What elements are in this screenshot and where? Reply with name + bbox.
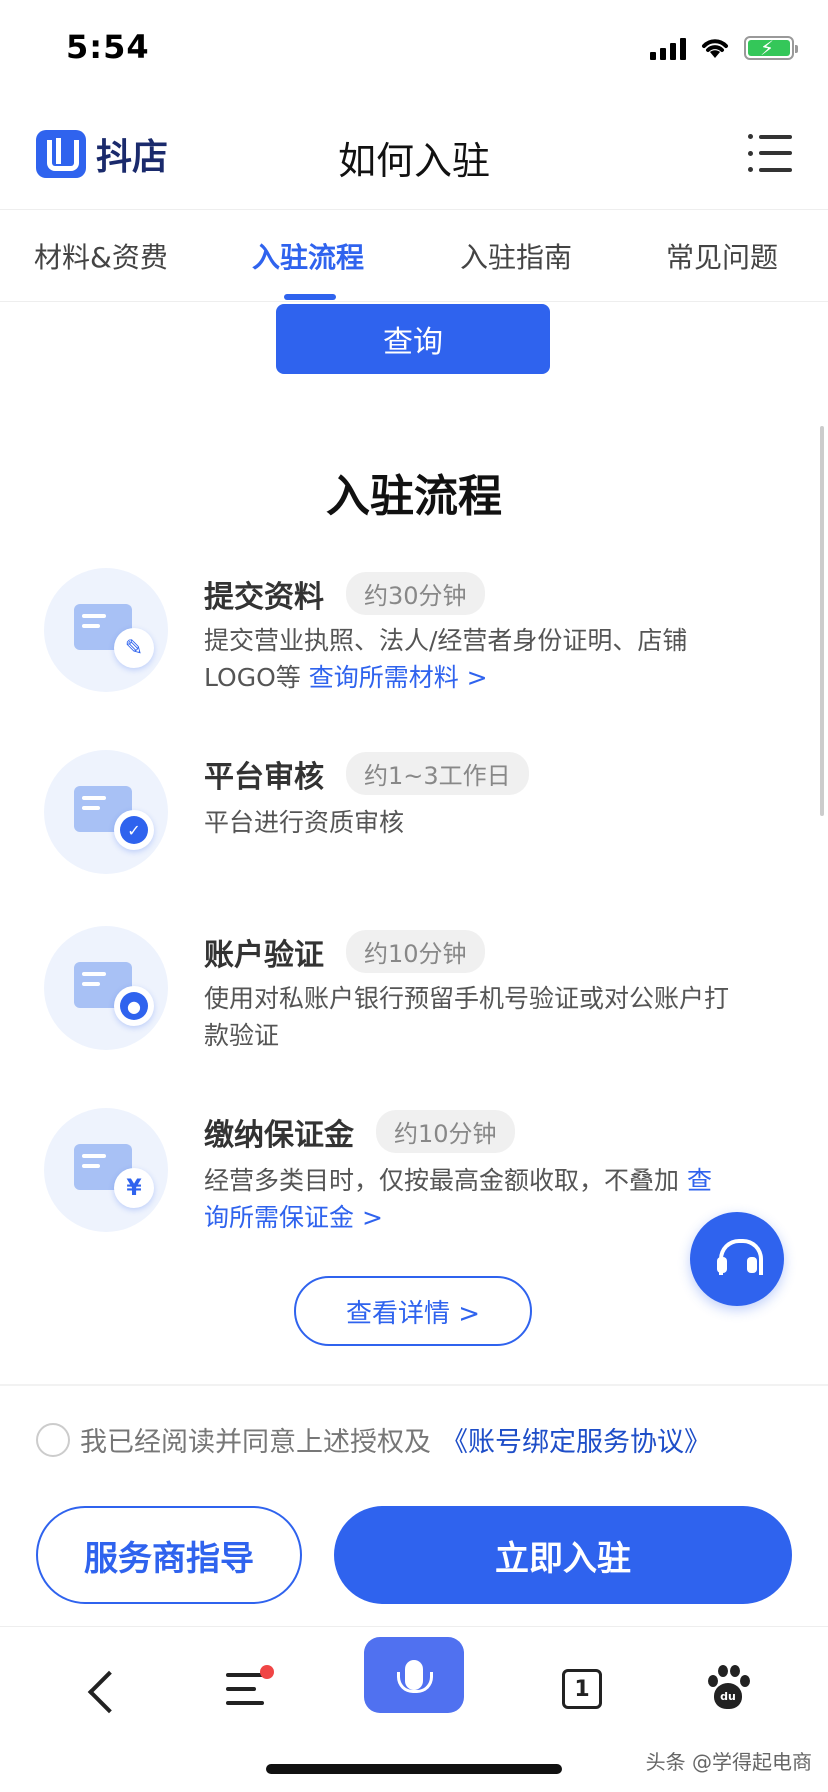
back-icon[interactable] [84,1671,114,1711]
view-details-button[interactable]: 查看详情 > [294,1276,532,1346]
tab-settle-guide[interactable]: 入驻指南 [460,236,572,276]
home-indicator[interactable] [266,1764,562,1774]
step-title: 平台审核 [204,760,324,795]
wifi-icon [702,39,728,58]
service-provider-guide-button[interactable]: 服务商指导 [36,1506,302,1604]
step-duration: 约10分钟 [376,1110,515,1153]
notification-dot [260,1665,274,1679]
step-description-text: 使用对私账户银行预留手机号验证或对公账户打款验证 [204,984,730,1050]
headset-icon [715,1239,763,1279]
join-now-button[interactable]: 立即入驻 [334,1506,792,1604]
step-title: 缴纳保证金 [204,1118,354,1153]
laptop-shield-icon: ✓ [44,750,168,874]
active-tab-indicator [284,294,336,300]
status-icons: ⚡ [650,36,798,60]
voice-search-button[interactable] [364,1637,464,1713]
step-description-text: 经营多类目时，仅按最高金额收取，不叠加 [204,1166,680,1195]
customer-service-button[interactable] [690,1212,784,1306]
baidu-paw-icon[interactable]: du [706,1665,750,1713]
cellular-signal-icon [650,36,686,60]
step-description-text: 平台进行资质审核 [204,808,405,837]
tab-materials-fees[interactable]: 材料&资费 [34,236,168,276]
app-header: 抖店 如何入驻 [0,100,828,210]
step-description: 使用对私账户银行预留手机号验证或对公账户打款验证 [204,980,734,1054]
list-menu-icon[interactable] [226,1673,264,1705]
agreement-link[interactable]: 《账号绑定服务协议》 [441,1420,711,1459]
id-card-user-icon: ● [44,926,168,1050]
step-duration: 约30分钟 [346,572,485,615]
agreement-row: 我已经阅读并同意上述授权及 《账号绑定服务协议》 [36,1420,711,1459]
section-title: 入驻流程 [326,471,502,522]
tab-settle-process[interactable]: 入驻流程 [252,236,364,276]
tab-count-button[interactable]: 1 [562,1669,602,1709]
tab-bar: 材料&资费 入驻流程 入驻指南 常见问题 [0,210,828,302]
agreement-checkbox[interactable] [36,1422,70,1457]
divider [0,1384,828,1386]
document-edit-icon: ✎ [44,568,168,692]
agreement-text: 我已经阅读并同意上述授权及 [80,1427,431,1458]
step-description: 平台进行资质审核 [204,804,734,841]
step-title: 提交资料 [204,580,324,615]
document-yuan-icon: ¥ [44,1108,168,1232]
query-materials-link[interactable]: 查询所需材料 > [309,663,488,692]
menu-icon[interactable] [748,134,792,172]
step-description: 经营多类目时，仅按最高金额收取，不叠加 查询所需保证金 > [204,1162,734,1236]
page-title: 如何入驻 [337,139,490,183]
step-title: 账户验证 [204,938,324,973]
step-duration: 约10分钟 [346,930,485,973]
step-description: 提交营业执照、法人/经营者身份证明、店铺LOGO等 查询所需材料 > [204,622,734,696]
status-bar: 5:54 ⚡ [0,0,828,100]
battery-charging-icon: ⚡ [744,36,798,60]
watermark: 头条 @学得起电商 [645,1750,812,1774]
step-duration: 约1~3工作日 [346,752,529,795]
tab-faq[interactable]: 常见问题 [666,236,778,276]
status-time: 5:54 [66,28,150,66]
query-button[interactable]: 查询 [276,304,550,374]
microphone-icon [397,1660,433,1693]
scrollbar[interactable] [820,426,824,816]
